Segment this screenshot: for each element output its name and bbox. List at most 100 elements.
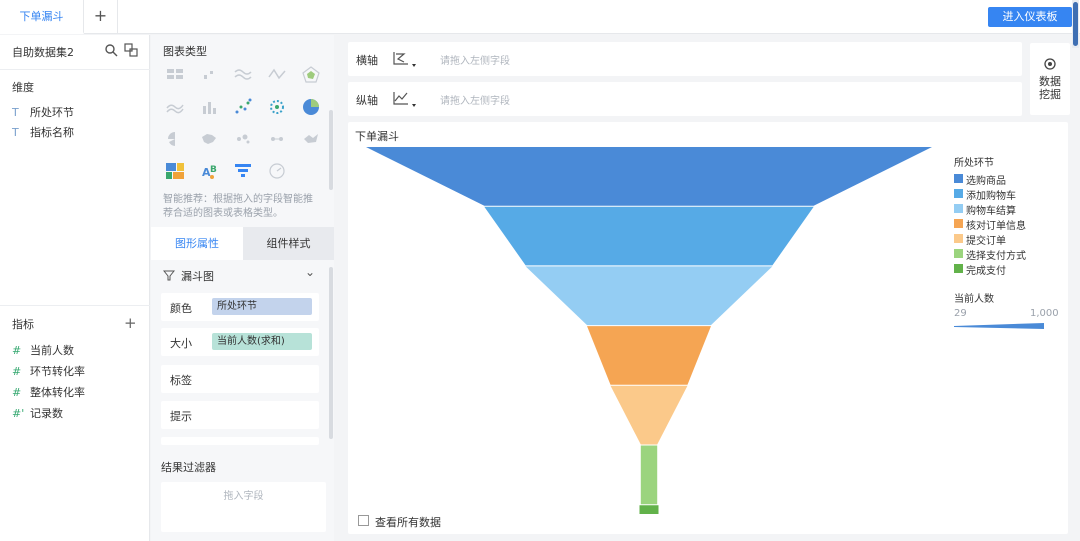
legend-item[interactable]: 添加购物车 (954, 187, 1064, 202)
legend-item[interactable]: 提交订单 (954, 232, 1064, 247)
table-chart-icon[interactable] (165, 65, 185, 85)
field-panel: 自助数据集2 维度 T 所处环节 T 指标名称 指标 + # 当前人数 # 环节转化率 … (0, 35, 150, 541)
legend-item[interactable]: 选择支付方式 (954, 247, 1064, 262)
divider (0, 69, 150, 70)
funnel-segment[interactable] (639, 505, 659, 514)
property-key: 颜色 (170, 302, 192, 315)
data-mining-label: 数据 挖掘 (1039, 75, 1061, 101)
heat-map-icon[interactable] (301, 129, 321, 149)
property-key: 大小 (170, 337, 192, 350)
size-property[interactable]: 大小 当前人数(求和) (161, 328, 319, 356)
y-axis-sort-icon[interactable] (390, 88, 420, 110)
funnel-segment[interactable] (525, 266, 773, 326)
legend-item[interactable]: 核对订单信息 (954, 217, 1064, 232)
funnel-chart-icon[interactable] (233, 161, 253, 181)
view-all-checkbox[interactable] (358, 515, 369, 526)
x-axis-label: 横轴 (356, 54, 378, 67)
result-filter-title: 结果过滤器 (161, 461, 216, 474)
top-bar: 下单漏斗 + 进入仪表板 (0, 0, 1080, 34)
view-all-label: 查看所有数据 (375, 516, 441, 529)
gauge-chart-icon[interactable] (267, 161, 287, 181)
number-type-icon: # (12, 365, 22, 378)
treemap-chart-icon[interactable] (165, 161, 185, 181)
area-chart-icon[interactable] (165, 97, 185, 117)
graphic-properties-panel: 漏斗图 ⌄ 颜色 所处环节 大小 当前人数(求和) 标签 提示 (151, 260, 329, 450)
dimension-field[interactable]: T 所处环节 (12, 104, 74, 120)
funnel-chart[interactable] (348, 122, 948, 514)
funnel-segment[interactable] (484, 206, 814, 266)
chart-type-scrollbar[interactable] (329, 110, 333, 190)
field-name: 所处环节 (30, 106, 74, 119)
metric-field[interactable]: # 整体转化率 (12, 384, 85, 400)
data-mining-button[interactable]: 数据 挖掘 (1030, 43, 1070, 115)
y-axis-row[interactable]: 纵轴 请拖入左侧字段 (348, 82, 1022, 116)
map-chart-icon[interactable] (199, 129, 219, 149)
funnel-segment[interactable] (366, 147, 932, 206)
funnel-segment[interactable] (640, 445, 658, 505)
word-cloud-icon[interactable]: AB (199, 161, 219, 181)
field-name: 当前人数 (30, 344, 74, 357)
legend-swatch (954, 204, 963, 213)
tab-graphic-properties[interactable]: 图形属性 (151, 227, 243, 260)
add-metric-icon[interactable]: + (124, 314, 137, 332)
dataset-name[interactable]: 自助数据集2 (12, 44, 74, 60)
enter-dashboard-button[interactable]: 进入仪表板 (988, 7, 1072, 27)
x-axis-row[interactable]: 横轴 请拖入左侧字段 (348, 42, 1022, 76)
size-field-pill[interactable]: 当前人数(求和) (212, 333, 312, 350)
field-name: 环节转化率 (30, 365, 85, 378)
label-property[interactable]: 标签 (161, 365, 319, 393)
legend-swatch (954, 264, 963, 273)
result-filter-dropzone[interactable]: 拖入字段 (161, 482, 326, 532)
x-axis-dropzone[interactable]: 请拖入左侧字段 (440, 52, 510, 67)
tab-order-funnel[interactable]: 下单漏斗 (0, 0, 84, 34)
line-chart-icon[interactable] (233, 65, 253, 85)
color-field-pill[interactable]: 所处环节 (212, 298, 312, 315)
polyline-chart-icon[interactable] (267, 65, 287, 85)
number-type-icon: # (12, 344, 22, 357)
chart-types-title: 图表类型 (163, 45, 207, 58)
number-type-icon: # (12, 386, 22, 399)
divider (0, 305, 150, 306)
rose-chart-icon[interactable] (165, 129, 185, 149)
dimension-field[interactable]: T 指标名称 (12, 124, 74, 140)
legend-item[interactable]: 选购商品 (954, 172, 1064, 187)
switch-dataset-icon[interactable] (124, 43, 138, 57)
scroll-thumb[interactable] (1073, 2, 1078, 46)
flow-map-icon[interactable] (267, 129, 287, 149)
property-scrollbar[interactable] (329, 267, 333, 439)
property-tabs: 图形属性 组件样式 (151, 227, 334, 260)
chart-config-panel: 图表类型 AB 智能推荐：根据拖入的字段智能推荐合适的图表或表格类型。 图形属性… (151, 35, 334, 541)
funnel-segment[interactable] (587, 326, 711, 385)
radar-chart-icon[interactable] (301, 65, 321, 85)
legend-swatch (954, 249, 963, 258)
legend-item[interactable]: 完成支付 (954, 262, 1064, 277)
x-axis-sort-icon[interactable] (390, 48, 420, 70)
page-scrollbar[interactable] (1072, 0, 1079, 48)
scatter-chart-icon[interactable] (233, 97, 253, 117)
chart-type-select[interactable]: 漏斗图 ⌄ (161, 264, 319, 286)
search-icon[interactable] (104, 43, 118, 57)
data-mining-icon (1044, 58, 1056, 70)
legend-item[interactable]: 购物车结算 (954, 202, 1064, 217)
metric-field[interactable]: # 当前人数 (12, 342, 74, 358)
number-type-icon: #' (12, 407, 25, 420)
chevron-down-icon: ⌄ (304, 265, 315, 279)
more-property[interactable] (161, 437, 319, 445)
legend-swatch (954, 234, 963, 243)
bar-chart-icon[interactable] (199, 97, 219, 117)
tab-component-style[interactable]: 组件样式 (243, 227, 334, 260)
svg-text:B: B (210, 165, 217, 175)
scatter-small-icon[interactable] (199, 65, 219, 85)
funnel-segment[interactable] (610, 385, 688, 445)
tooltip-property[interactable]: 提示 (161, 401, 319, 429)
color-property[interactable]: 颜色 所处环节 (161, 293, 319, 321)
add-tab-button[interactable]: + (84, 0, 118, 34)
point-map-icon[interactable] (233, 129, 253, 149)
pie-chart-icon[interactable] (301, 97, 321, 117)
metric-field[interactable]: #' 记录数 (12, 405, 63, 421)
legend-swatch (954, 189, 963, 198)
property-key: 提示 (170, 410, 192, 423)
bubble-chart-icon[interactable] (267, 97, 287, 117)
y-axis-dropzone[interactable]: 请拖入左侧字段 (440, 92, 510, 107)
metric-field[interactable]: # 环节转化率 (12, 363, 85, 379)
